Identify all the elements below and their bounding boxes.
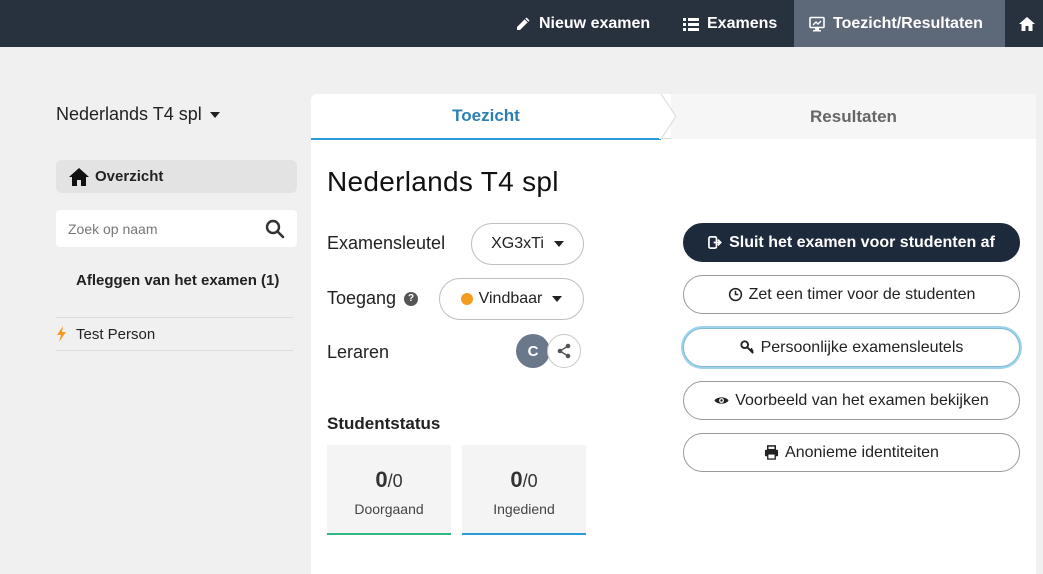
tab-monitor-label: Toezicht [452,106,520,125]
access-dropdown[interactable]: Vindbaar [439,278,584,320]
submitted-count-wrap: 0/0 [510,467,537,493]
ongoing-count-wrap: 0/0 [375,467,402,493]
search-icon[interactable] [265,219,285,239]
caret-down-icon [209,111,220,118]
teachers-label-text: Leraren [327,342,390,362]
access-label: Toegang ? [327,288,419,309]
nav-exams-label: Examens [707,14,778,32]
ongoing-count: 0 [375,467,388,492]
nav-home[interactable] [1018,0,1036,47]
tab-results[interactable]: Resultaten [671,94,1036,139]
student-search [56,210,297,247]
share-icon [557,343,571,359]
tab-results-label: Resultaten [810,106,897,126]
personal-keys-label: Persoonlijke examensleutels [760,338,964,356]
home-icon [1019,16,1035,31]
submitted-count: 0 [510,467,523,492]
bolt-icon [57,326,66,342]
help-icon[interactable]: ? [404,291,419,306]
set-timer-label: Zet een timer voor de studenten [748,285,976,303]
sidebar-item-overview-label: Overzicht [95,168,164,185]
nav-monitor-results-label: Toezicht/Resultaten [833,14,983,32]
eye-icon [714,397,729,404]
tab-chevron-separator [659,94,677,139]
submitted-total: /0 [522,471,538,491]
page-title: Nederlands T4 spl [327,166,559,197]
set-timer-button[interactable]: Zet een timer voor de studenten [683,275,1020,314]
exam-selector-label: Nederlands T4 spl [56,104,202,124]
pencil-icon [517,17,530,30]
exam-key-dropdown[interactable]: XG3xTi [471,223,584,265]
nav-exams[interactable]: Examens [683,0,777,47]
clock-icon [728,287,742,302]
nav-monitor-results[interactable]: Toezicht/Resultaten [794,0,1005,47]
main-panel: Resultaten Toezicht Nederlands T4 spl Ex… [311,94,1036,574]
nav-new-exam[interactable]: Nieuw examen [515,0,650,47]
nav-new-exam-label: Nieuw examen [539,14,651,32]
ongoing-total: /0 [387,471,403,491]
ongoing-label: Doorgaand [354,501,424,517]
status-card-ongoing: 0/0 Doorgaand [327,445,451,535]
exam-key-label-text: Examensleutel [327,233,446,253]
close-exam-button[interactable]: Sluit het examen voor studenten af [683,223,1020,262]
teachers-label: Leraren [327,342,389,363]
caret-down-icon [552,296,563,302]
student-group-title: Afleggen van het examen (1) [76,272,280,289]
student-status-title: Studentstatus [327,414,441,433]
close-exam-label: Sluit het examen voor studenten af [729,233,995,251]
caret-down-icon [553,241,564,247]
avatar[interactable]: C [516,334,550,368]
sidebar-item-overview[interactable]: Overzicht [56,160,297,193]
page-scrollbar[interactable] [1035,47,1043,574]
anonymous-identities-label: Anonieme identiteiten [785,443,939,461]
home-icon [69,167,89,186]
list-icon [683,17,699,31]
access-value: Vindbaar [478,290,543,307]
printer-icon [764,445,779,460]
preview-exam-label: Voorbeeld van het examen bekijken [735,391,989,409]
exam-key-label: Examensleutel [327,233,445,254]
monitor-icon [809,16,825,31]
status-dot-icon [460,293,473,305]
tab-monitor[interactable]: Toezicht [311,94,661,140]
divider [56,350,293,351]
submitted-label: Ingediend [493,501,555,517]
list-item[interactable]: Test Person [56,318,293,350]
access-label-text: Toegang [327,288,397,308]
personal-keys-button[interactable]: Persoonlijke examensleutels [683,328,1020,367]
share-button[interactable] [547,334,581,368]
anonymous-identities-button[interactable]: Anonieme identiteiten [683,433,1020,472]
status-card-submitted: 0/0 Ingediend [462,445,586,535]
student-name: Test Person [76,325,156,343]
key-icon [739,340,754,354]
search-input[interactable] [68,220,248,237]
tab-bar: Resultaten Toezicht [311,94,1036,140]
exam-selector[interactable]: Nederlands T4 spl [56,104,220,125]
exam-key-value: XG3xTi [491,235,544,252]
top-navbar: Nieuw examen Examens Toezicht/Resultaten [0,0,1043,47]
preview-exam-button[interactable]: Voorbeeld van het examen bekijken [683,381,1020,420]
sign-out-icon [708,236,722,249]
